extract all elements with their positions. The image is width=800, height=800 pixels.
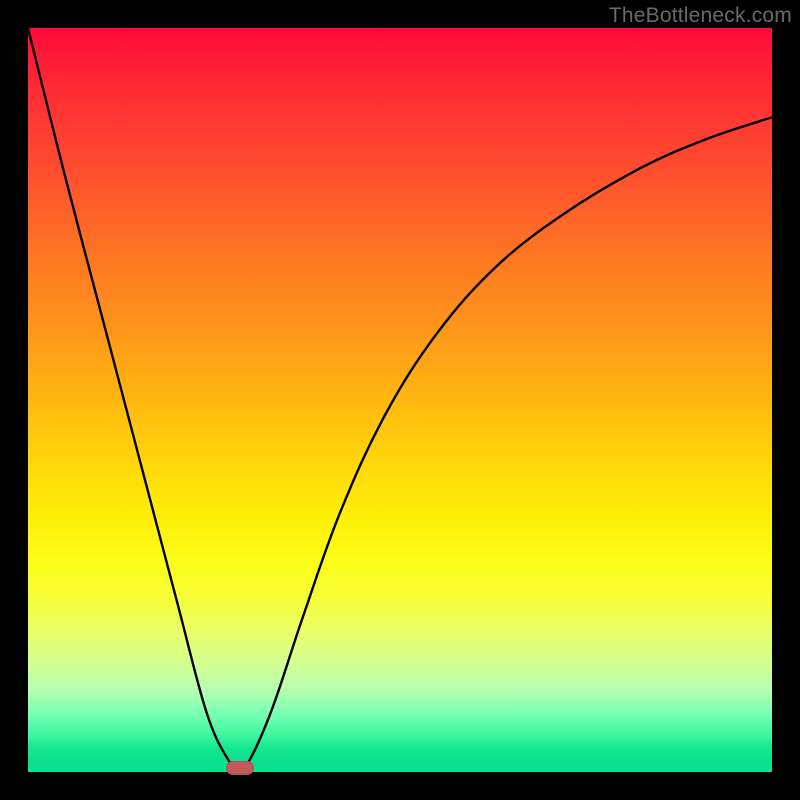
- bottleneck-curve: [28, 28, 772, 772]
- chart-frame: TheBottleneck.com: [0, 0, 800, 800]
- plot-area: [28, 28, 772, 772]
- optimal-point-marker: [226, 761, 254, 775]
- watermark-text: TheBottleneck.com: [609, 4, 792, 28]
